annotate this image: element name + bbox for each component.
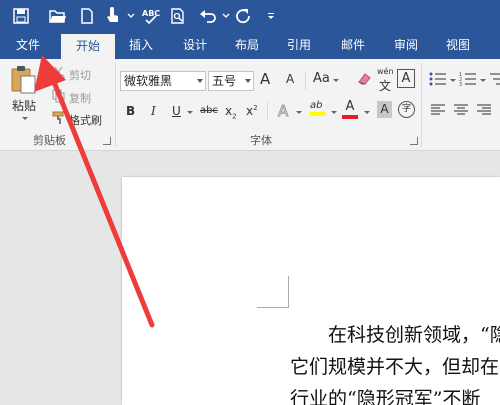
chevron-down-icon[interactable] bbox=[296, 111, 302, 114]
chevron-down-icon[interactable] bbox=[120, 5, 142, 27]
quick-access-toolbar: ABC bbox=[0, 0, 500, 32]
highlight-swatch bbox=[310, 112, 326, 116]
format-painter-button[interactable]: 格式刷 bbox=[52, 111, 102, 128]
chevron-down-icon[interactable] bbox=[450, 79, 456, 82]
tab-file[interactable]: 文件 bbox=[6, 32, 50, 59]
chevron-down-icon[interactable] bbox=[331, 111, 337, 114]
ribbon-tab-bar: 文件 开始 插入 设计 布局 引用 邮件 审阅 视图 bbox=[0, 32, 500, 59]
paste-label[interactable]: 粘贴 bbox=[12, 97, 36, 114]
document-text-line[interactable]: 行业的“隐形冠军”不断 bbox=[290, 384, 480, 405]
svg-text:ABC: ABC bbox=[142, 9, 160, 18]
cut-button[interactable]: 剪切 bbox=[52, 66, 91, 83]
chevron-down-icon[interactable] bbox=[187, 111, 193, 114]
page-margin-corner-mark bbox=[257, 307, 289, 308]
chevron-down-icon[interactable] bbox=[22, 117, 28, 120]
document-text-line[interactable]: 它们规模并不大，但却在 bbox=[290, 352, 499, 379]
spelling-check-icon[interactable]: ABC bbox=[140, 5, 162, 27]
tab-insert[interactable]: 插入 bbox=[120, 32, 162, 59]
tab-home[interactable]: 开始 bbox=[61, 34, 115, 59]
font-group-label: 字体 bbox=[250, 134, 272, 147]
tab-mailings[interactable]: 邮件 bbox=[332, 32, 374, 59]
change-case-button[interactable]: Aa bbox=[313, 71, 330, 86]
open-folder-icon[interactable] bbox=[47, 5, 69, 27]
svg-text:3: 3 bbox=[459, 82, 462, 87]
cut-label: 剪切 bbox=[69, 68, 91, 82]
highlight-color-button[interactable]: ab bbox=[310, 100, 326, 116]
tab-view[interactable]: 视图 bbox=[437, 32, 479, 59]
clear-formatting-icon[interactable] bbox=[356, 71, 372, 90]
dialog-launcher-icon[interactable] bbox=[103, 137, 111, 145]
chevron-down-icon[interactable] bbox=[364, 111, 370, 114]
save-icon[interactable] bbox=[10, 5, 32, 27]
document-text-line[interactable]: 在科技创新领域，“隐 bbox=[328, 320, 500, 347]
underline-button[interactable]: U bbox=[172, 104, 181, 118]
copy-label: 复制 bbox=[69, 91, 91, 105]
character-shading-button[interactable]: A bbox=[377, 101, 392, 118]
subscript-mark: 2 bbox=[232, 112, 237, 121]
bullets-icon[interactable] bbox=[429, 71, 447, 90]
tab-references[interactable]: 引用 bbox=[278, 32, 320, 59]
paste-icon[interactable] bbox=[10, 65, 38, 98]
character-border-button[interactable]: A bbox=[397, 69, 415, 88]
group-divider bbox=[115, 63, 116, 147]
enclose-characters-button[interactable]: 字 bbox=[398, 101, 415, 118]
customize-toolbar-icon[interactable] bbox=[260, 5, 282, 27]
bold-button[interactable]: B bbox=[126, 104, 135, 118]
dialog-launcher-icon[interactable] bbox=[410, 137, 418, 145]
divider bbox=[305, 72, 306, 90]
font-name-select[interactable]: 微软雅黑 bbox=[120, 71, 206, 91]
clipboard-group-label: 剪贴板 bbox=[33, 134, 66, 147]
text-effects-button[interactable]: A bbox=[277, 102, 288, 121]
phonetic-guide-button[interactable]: 文 bbox=[379, 77, 391, 94]
copy-icon bbox=[52, 89, 66, 106]
tab-review[interactable]: 审阅 bbox=[385, 32, 427, 59]
ribbon-home: 粘贴 剪切 复制 格式刷 剪贴板 微软雅黑 五号 A A Aa wén 文 A … bbox=[0, 59, 500, 151]
divider bbox=[267, 102, 268, 120]
chevron-down-icon bbox=[245, 79, 251, 83]
format-painter-icon bbox=[52, 111, 66, 128]
font-size-value: 五号 bbox=[212, 74, 237, 88]
font-color-label: A bbox=[345, 99, 355, 114]
superscript-button[interactable]: x2 bbox=[246, 104, 258, 118]
align-left-icon[interactable] bbox=[430, 103, 446, 120]
chevron-down-icon bbox=[197, 79, 203, 83]
format-painter-label: 格式刷 bbox=[69, 113, 102, 127]
superscript-mark: 2 bbox=[253, 104, 258, 112]
grow-font-button[interactable]: A bbox=[260, 70, 270, 88]
font-name-value: 微软雅黑 bbox=[124, 74, 173, 88]
page-margin-corner-mark bbox=[288, 276, 289, 308]
font-size-select[interactable]: 五号 bbox=[208, 71, 254, 91]
group-divider bbox=[421, 63, 422, 147]
tab-layout[interactable]: 布局 bbox=[226, 32, 268, 59]
italic-button[interactable]: I bbox=[151, 104, 156, 118]
print-preview-icon[interactable] bbox=[167, 5, 189, 27]
tab-design[interactable]: 设计 bbox=[174, 32, 216, 59]
chevron-down-icon[interactable] bbox=[480, 79, 486, 82]
font-color-button[interactable]: A bbox=[342, 100, 358, 119]
scissors-icon bbox=[52, 66, 66, 83]
chevron-down-icon[interactable] bbox=[333, 79, 339, 82]
highlight-label: ab bbox=[310, 100, 323, 111]
align-center-icon[interactable] bbox=[453, 103, 469, 120]
redo-icon[interactable] bbox=[232, 5, 254, 27]
font-color-swatch bbox=[342, 115, 358, 119]
strikethrough-button[interactable]: abc bbox=[200, 105, 218, 116]
new-document-icon[interactable] bbox=[76, 5, 98, 27]
copy-button[interactable]: 复制 bbox=[52, 89, 91, 106]
numbering-icon[interactable]: 123 bbox=[459, 71, 477, 90]
phonetic-guide-top[interactable]: wén bbox=[377, 67, 394, 76]
multilevel-list-icon[interactable] bbox=[489, 71, 500, 90]
align-right-icon[interactable] bbox=[476, 103, 492, 120]
subscript-button[interactable]: x2 bbox=[225, 104, 237, 120]
shrink-font-button[interactable]: A bbox=[286, 72, 294, 86]
